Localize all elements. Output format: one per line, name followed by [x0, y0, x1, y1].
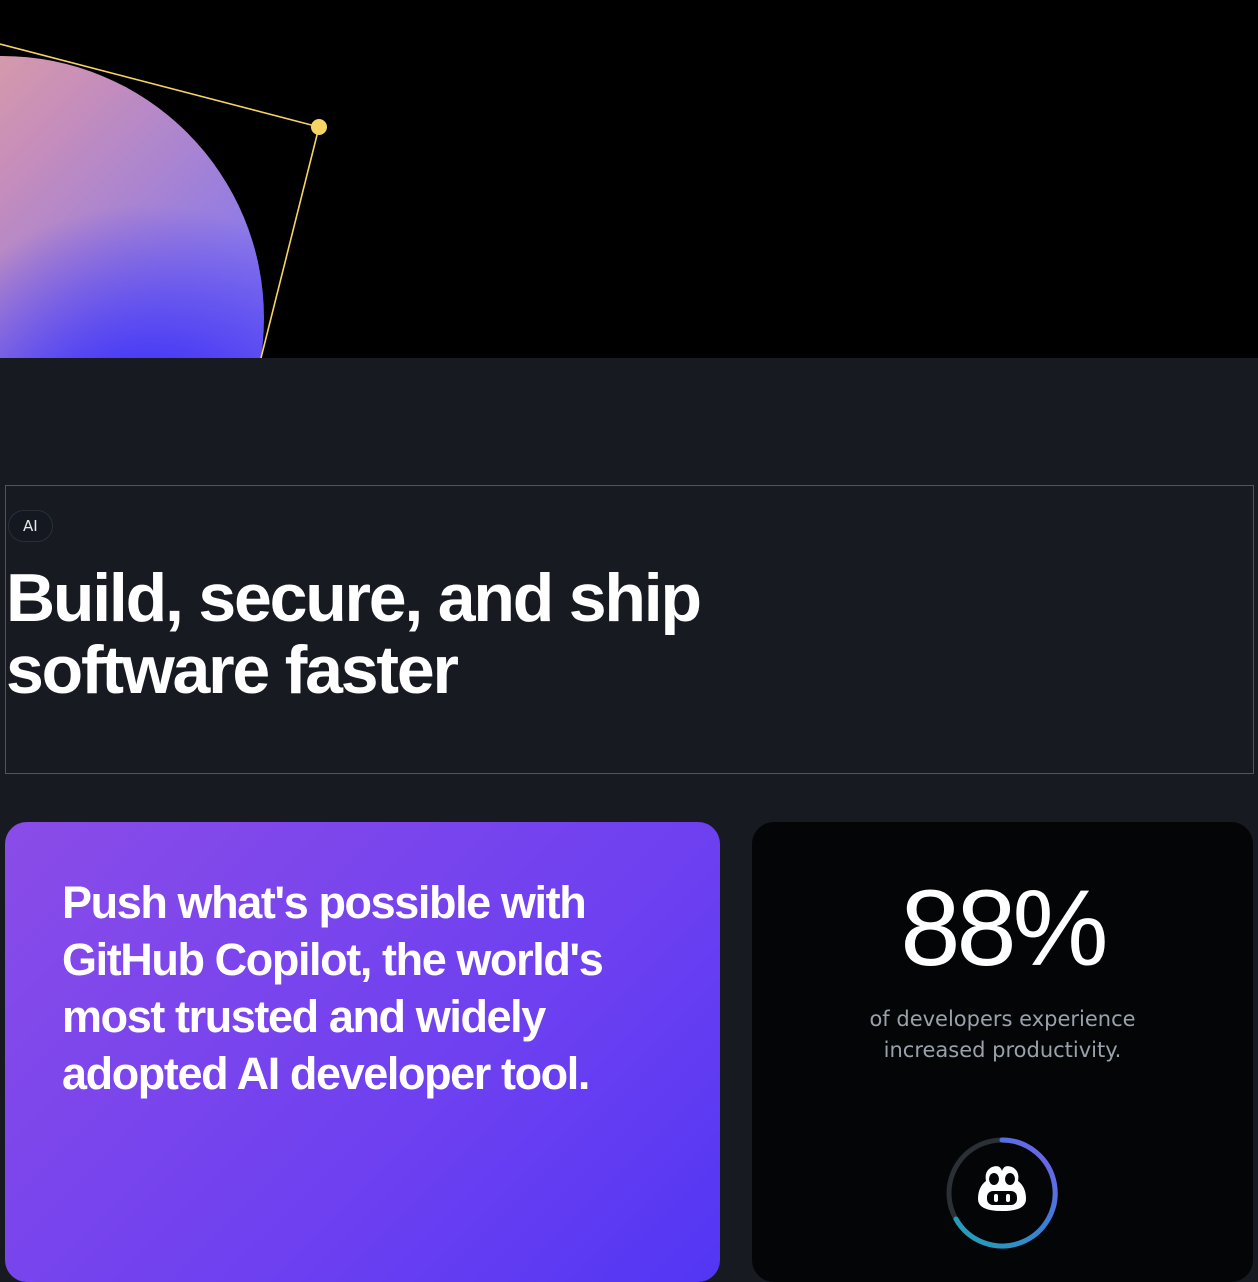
section-tag: AI [8, 510, 53, 542]
connector-lines [0, 43, 327, 358]
stat-value: 88% [900, 867, 1108, 988]
headline-line-2: software faster [6, 632, 459, 708]
connector-node [311, 119, 327, 135]
feature-card-text: Push what's possible with GitHub Copilot… [62, 877, 604, 1099]
hero-band [0, 0, 1258, 358]
ai-section-header: AI Build, secure, and ship software fast… [5, 485, 1254, 774]
productivity-stat-card: 88% of developers experience increased p… [752, 822, 1253, 1282]
headline-line-1: Build, secure, and ship [6, 560, 702, 636]
copilot-icon [946, 1137, 1058, 1249]
stat-caption: of developers experience increased produ… [869, 1007, 1136, 1062]
section-headline: Build, secure, and ship software faster [6, 562, 906, 706]
copilot-feature-card: Push what's possible with GitHub Copilot… [5, 822, 720, 1282]
